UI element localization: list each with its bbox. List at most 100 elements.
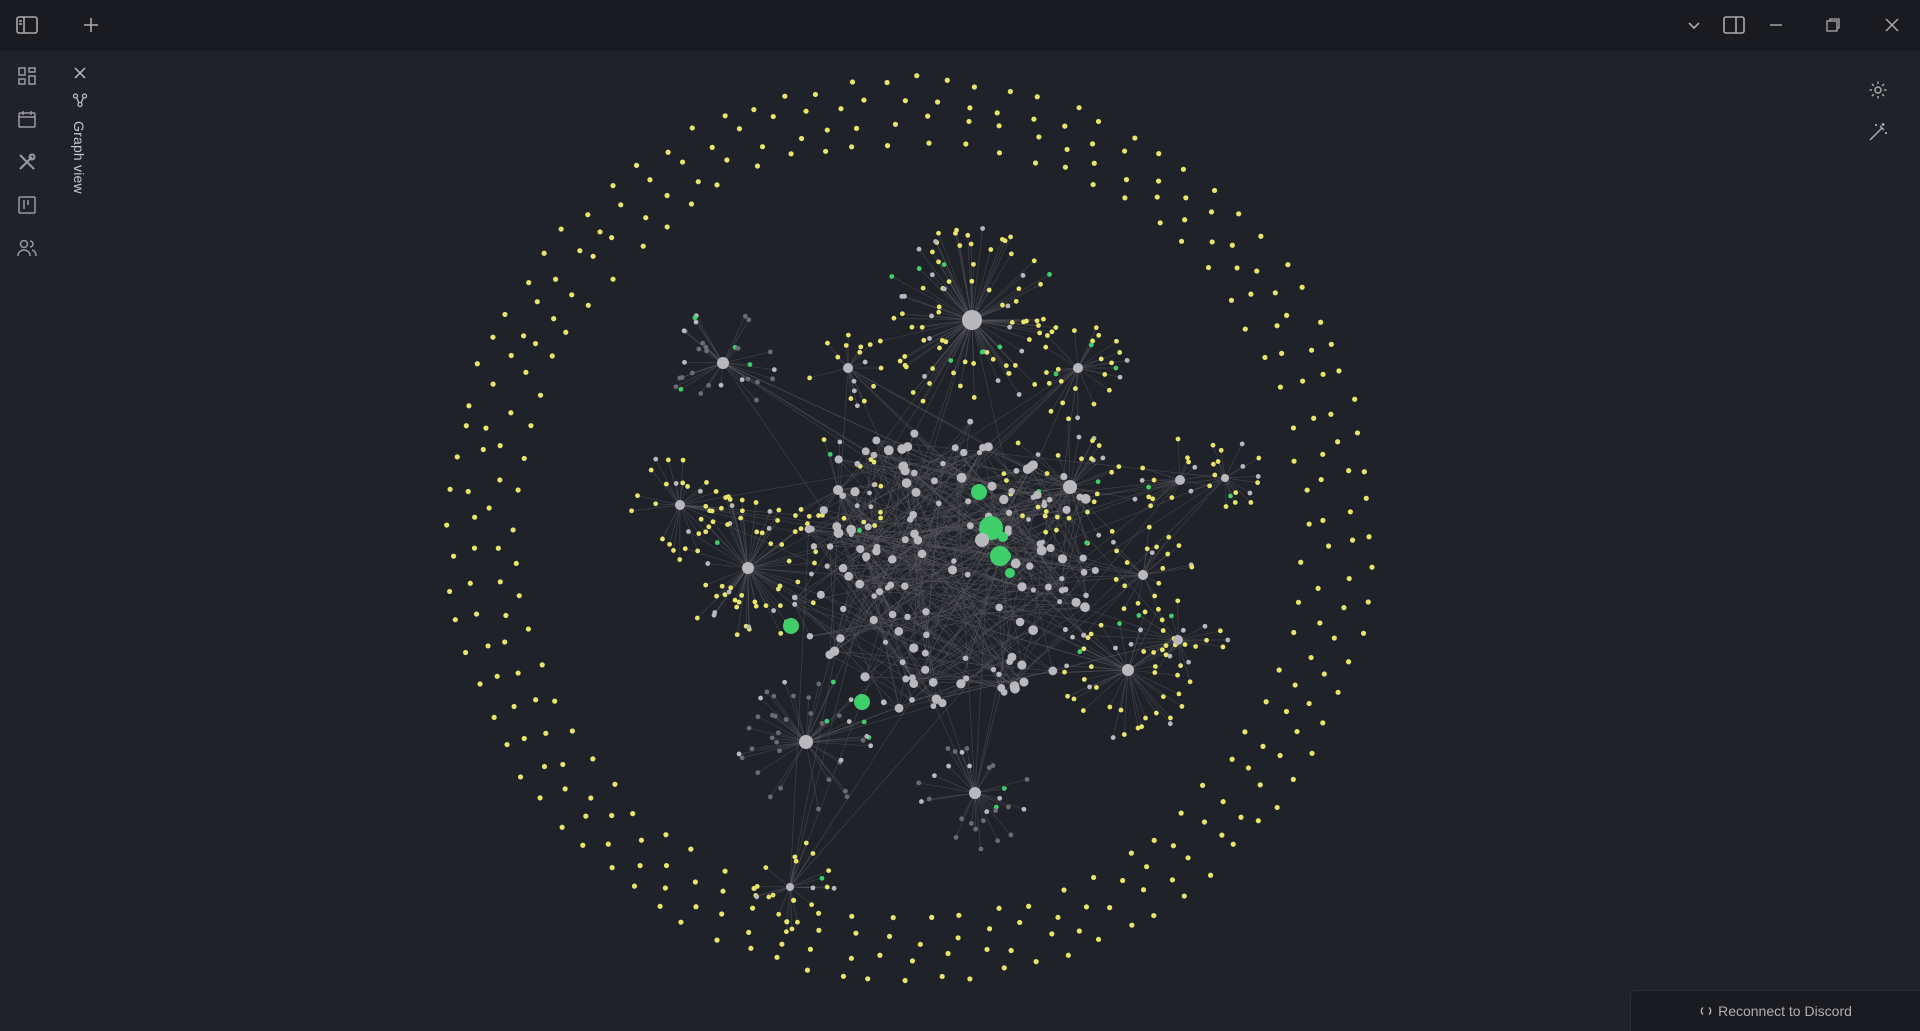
graph-node[interactable] [1056,453,1061,458]
orphan-node[interactable] [1256,818,1261,823]
graph-node[interactable] [1207,483,1212,488]
orphan-node[interactable] [849,144,854,149]
graph-node[interactable] [1096,533,1101,538]
orphan-node[interactable] [853,931,858,936]
graph-node[interactable] [1011,559,1021,569]
graph-node[interactable] [740,755,745,760]
graph-node[interactable] [973,827,978,832]
orphan-node[interactable] [1291,630,1296,635]
orphan-node[interactable] [723,113,728,118]
orphan-node[interactable] [1156,178,1161,183]
graph-node[interactable] [1099,357,1104,362]
orphan-node[interactable] [1274,323,1279,328]
graph-node[interactable] [971,361,976,366]
orphan-node[interactable] [508,410,513,415]
orphan-node[interactable] [586,303,591,308]
graph-node[interactable] [1059,587,1065,593]
hub-node[interactable] [833,485,843,495]
graph-node[interactable] [1145,546,1150,551]
graph-node[interactable] [740,498,745,503]
orphan-node[interactable] [533,697,538,702]
graph-node[interactable] [1167,654,1172,659]
graph-node[interactable] [703,504,708,509]
orphan-node[interactable] [945,951,950,956]
orphan-node[interactable] [570,728,575,733]
graph-node[interactable] [1033,491,1041,499]
orphan-node[interactable] [1309,348,1314,353]
orphan-node[interactable] [444,522,449,527]
graph-node[interactable] [820,721,825,726]
graph-node[interactable] [790,927,795,932]
graph-node[interactable] [1165,552,1170,557]
graph-node[interactable] [1138,627,1143,632]
orphan-node[interactable] [591,254,596,259]
graph-node[interactable] [1150,550,1155,555]
orphan-node[interactable] [1185,855,1190,860]
graph-node[interactable] [1154,545,1159,550]
graph-node[interactable] [1219,448,1224,453]
orphan-node[interactable] [1308,655,1313,660]
orphan-node[interactable] [1017,920,1022,925]
orphan-node[interactable] [1291,459,1296,464]
graph-node[interactable] [897,444,907,454]
new-tab-icon[interactable] [73,8,109,42]
graph-node[interactable] [979,444,986,451]
graph-node[interactable] [909,697,915,703]
graph-node[interactable] [787,559,792,564]
graph-node[interactable] [660,537,665,542]
graph-node[interactable] [847,719,852,724]
orphan-node[interactable] [720,889,725,894]
orphan-node[interactable] [940,974,945,979]
orphan-node[interactable] [750,906,755,911]
graph-node[interactable] [1141,649,1146,654]
orphan-node[interactable] [1049,931,1054,936]
graph-node[interactable] [1075,415,1080,420]
orphan-node[interactable] [1221,799,1226,804]
graph-node[interactable] [1073,386,1078,391]
orphan-node[interactable] [1275,805,1280,810]
graph-node[interactable] [920,325,925,330]
orphan-node[interactable] [903,98,908,103]
graph-node[interactable] [754,604,759,609]
orphan-node[interactable] [1277,667,1282,672]
graph-node[interactable] [969,242,974,247]
graph-node[interactable] [1017,392,1022,397]
featured-node[interactable] [783,618,799,634]
graph-node[interactable] [951,558,957,564]
graph-node[interactable] [862,719,867,724]
graph-node[interactable] [805,525,813,533]
graph-node[interactable] [774,740,779,745]
graph-node[interactable] [1122,583,1127,588]
tab-label[interactable]: Graph view [71,121,87,194]
orphan-node[interactable] [498,443,503,448]
orphan-node[interactable] [641,244,646,249]
graph-node[interactable] [1035,318,1040,323]
graph-node[interactable] [969,821,974,826]
orphan-node[interactable] [516,487,521,492]
people-icon[interactable] [9,231,45,265]
graph-node[interactable] [938,699,946,707]
graph-node[interactable] [910,430,918,438]
graph-node[interactable] [1001,471,1006,476]
graph-node[interactable] [1122,606,1127,611]
graph-node[interactable] [690,370,695,375]
featured-node[interactable] [999,550,1011,562]
graph-node[interactable] [1036,505,1041,510]
orphan-node[interactable] [1291,425,1296,430]
hub-node[interactable] [786,883,794,891]
orphan-node[interactable] [1366,599,1371,604]
orphan-node[interactable] [497,477,502,482]
graph-node[interactable] [1188,679,1193,684]
graph-node[interactable] [1186,460,1191,465]
graph-node[interactable] [895,704,904,713]
orphan-node[interactable] [1124,177,1129,182]
graph-node[interactable] [1090,438,1095,443]
orphan-node[interactable] [609,813,614,818]
orphan-node[interactable] [779,942,784,947]
orphan-node[interactable] [887,934,892,939]
graph-node[interactable] [937,345,942,350]
graph-node[interactable] [738,516,743,521]
graph-node[interactable] [888,555,896,563]
graph-node[interactable] [760,530,765,535]
graph-node[interactable] [867,491,872,496]
